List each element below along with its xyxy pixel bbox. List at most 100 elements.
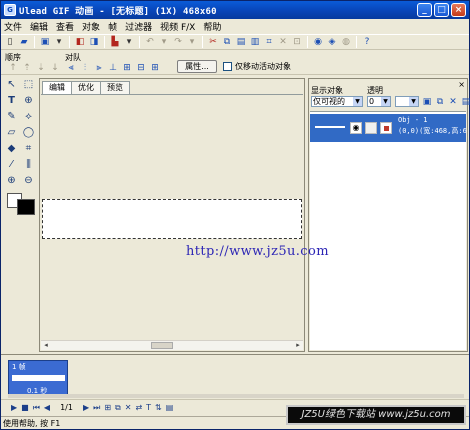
align-distribute-icon[interactable]: ⊞	[149, 62, 161, 74]
menu-view[interactable]: 查看	[55, 20, 75, 33]
frame-properties-icon[interactable]: ▤	[166, 403, 174, 412]
color-icon[interactable]: ▙	[109, 36, 121, 48]
dropdown-icon[interactable]: ▾	[158, 36, 170, 48]
opacity-select[interactable]: 0 ▼	[367, 96, 391, 107]
align-middle-icon[interactable]: ⊞	[121, 62, 133, 74]
export-icon[interactable]: ◨	[88, 36, 100, 48]
properties-button[interactable]: 属性...	[177, 60, 217, 73]
tab-preview[interactable]: 预览	[100, 81, 130, 94]
chevron-down-icon[interactable]: ▼	[409, 97, 418, 106]
background-color[interactable]	[17, 199, 35, 215]
redo-icon[interactable]: ↷	[172, 36, 184, 48]
delete-frame-icon[interactable]: ✕	[125, 403, 132, 412]
crop-tool-icon[interactable]: ⌗	[21, 141, 36, 155]
transform-icon[interactable]: ⊕	[21, 93, 36, 107]
undo-icon[interactable]: ↶	[144, 36, 156, 48]
settings-icon[interactable]: ◍	[340, 36, 352, 48]
text-frame-icon[interactable]: T	[146, 403, 151, 412]
send-backward-icon[interactable]: ↓	[49, 62, 61, 74]
align-top-icon[interactable]: ⊥	[107, 62, 119, 74]
tab-optimize[interactable]: 优化	[71, 81, 101, 94]
menu-filter[interactable]: 过滤器	[124, 20, 153, 33]
menu-video-fx[interactable]: 视频 F/X	[159, 20, 196, 33]
menu-edit[interactable]: 编辑	[29, 20, 49, 33]
menu-file[interactable]: 文件	[3, 20, 23, 33]
brush-icon[interactable]: ✎	[4, 109, 19, 123]
gif-canvas[interactable]	[42, 199, 302, 239]
eye-icon[interactable]: ◉	[350, 122, 362, 134]
chevron-down-icon[interactable]: ▼	[353, 97, 362, 106]
delete-icon[interactable]: ✕	[277, 36, 289, 48]
color-marker-icon[interactable]	[380, 122, 392, 134]
paste-icon[interactable]: ▤	[235, 36, 247, 48]
new-icon[interactable]: ▯	[4, 36, 16, 48]
menu-object[interactable]: 对象	[81, 20, 101, 33]
copy-icon[interactable]: ⧉	[221, 36, 233, 48]
preview-icon[interactable]: ◉	[312, 36, 324, 48]
next-frame-icon[interactable]: ▶	[83, 403, 89, 412]
object-properties-icon[interactable]: ▤	[461, 97, 470, 107]
scroll-thumb[interactable]	[151, 342, 173, 349]
menu-frame[interactable]: 帧	[107, 20, 118, 33]
duplicate-frame-icon[interactable]: ⧉	[115, 403, 121, 413]
tab-edit[interactable]: 编辑	[42, 81, 72, 95]
ellipse-icon[interactable]: ◯	[21, 125, 36, 139]
align-bottom-icon[interactable]: ⊟	[135, 62, 147, 74]
minimize-button[interactable]: _	[417, 3, 432, 17]
close-button[interactable]: ×	[451, 3, 466, 17]
eyedropper-icon[interactable]: ⁄	[4, 157, 19, 171]
dropdown-icon[interactable]: ▾	[53, 36, 65, 48]
crop-icon[interactable]: ⌗	[263, 36, 275, 48]
last-frame-icon[interactable]: ⏭	[93, 403, 100, 413]
move-active-checkbox[interactable]: 仅移动活动对象	[223, 61, 291, 72]
bring-front-icon[interactable]: ⇡	[21, 62, 33, 74]
lock-icon[interactable]	[365, 122, 377, 134]
add-frame-icon[interactable]: ⊞	[104, 403, 111, 412]
text-icon[interactable]: T	[4, 93, 19, 107]
color-swatches[interactable]	[5, 193, 37, 219]
frame-thumbnail[interactable]: 1 帧 0.1 秒	[8, 360, 68, 398]
chevron-down-icon[interactable]: ▼	[381, 97, 390, 106]
opacity-slider[interactable]: ▼	[395, 96, 419, 107]
pointer-icon[interactable]: ↖	[4, 77, 19, 91]
import-icon[interactable]: ◧	[74, 36, 86, 48]
fill-icon[interactable]: ◆	[4, 141, 19, 155]
stop-icon[interactable]: ■	[21, 403, 29, 412]
delete-object-icon[interactable]: ✕	[448, 97, 458, 107]
scroll-left-icon[interactable]: ◂	[41, 341, 51, 350]
eraser-icon[interactable]: ▱	[4, 125, 19, 139]
help-icon[interactable]: ?	[361, 36, 373, 48]
scroll-right-icon[interactable]: ▸	[293, 341, 303, 350]
frame-scrollbar[interactable]	[8, 394, 464, 398]
dropdown-icon[interactable]: ▾	[123, 36, 135, 48]
prev-frame-icon[interactable]: ◀	[44, 403, 50, 412]
duplicate-icon[interactable]: ▥	[249, 36, 261, 48]
hand-icon[interactable]: ⊖	[21, 173, 36, 187]
align-icon[interactable]: ⊡	[291, 36, 303, 48]
tween-icon[interactable]: ⇄	[135, 403, 142, 412]
new-object-icon[interactable]: ▣	[422, 97, 432, 107]
open-icon[interactable]: ▰	[18, 36, 30, 48]
optimize-icon[interactable]: ◈	[326, 36, 338, 48]
bring-forward-icon[interactable]: ↑	[7, 62, 19, 74]
first-frame-icon[interactable]: ⏮	[33, 403, 40, 413]
checkbox-box[interactable]	[223, 62, 232, 71]
line-icon[interactable]: ⫼	[21, 157, 36, 171]
send-back-icon[interactable]: ⇣	[35, 62, 47, 74]
canvas-area[interactable]	[41, 94, 303, 341]
cut-icon[interactable]: ✂	[207, 36, 219, 48]
zoom-icon[interactable]: ⊕	[4, 173, 19, 187]
close-icon[interactable]: ×	[458, 80, 465, 89]
align-left-icon[interactable]: ⫷	[65, 62, 77, 74]
horizontal-scrollbar[interactable]: ◂ ▸	[41, 340, 303, 350]
menu-help[interactable]: 帮助	[202, 20, 222, 33]
show-objects-select[interactable]: 仅可视的 ▼	[311, 96, 363, 107]
align-right-icon[interactable]: ⫸	[93, 62, 105, 74]
lasso-icon[interactable]: ⟡	[21, 109, 36, 123]
dropdown-icon[interactable]: ▾	[186, 36, 198, 48]
align-center-icon[interactable]: ⫶	[79, 62, 91, 74]
select-icon[interactable]: ⬚	[21, 77, 36, 91]
list-item[interactable]: ◉ Obj - 1 (0,0)(宽:468,高:6	[310, 114, 467, 142]
save-icon[interactable]: ▣	[39, 36, 51, 48]
play-icon[interactable]: ▶	[11, 403, 17, 412]
